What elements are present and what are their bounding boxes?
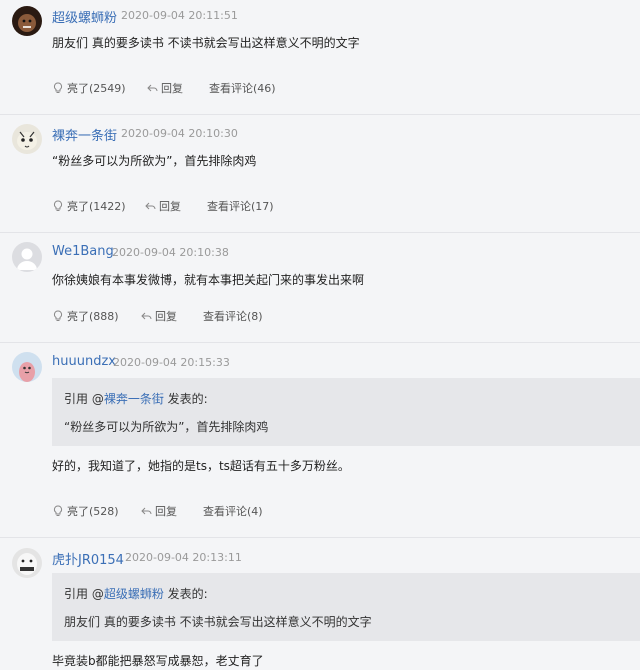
comment-timestamp: 2020-09-04 20:10:38	[112, 246, 229, 259]
avatar[interactable]	[12, 548, 42, 578]
like-label: 亮了(528)	[67, 505, 119, 518]
username-link[interactable]: 虎扑JR0154	[52, 549, 124, 568]
comment-timestamp: 2020-09-04 20:11:51	[121, 9, 238, 22]
reply-arrow-icon	[147, 84, 158, 92]
username-link[interactable]: 超级螺蛳粉	[52, 7, 117, 26]
reply-label: 回复	[155, 310, 177, 323]
quote-prefix: 引用 @	[64, 392, 104, 406]
quote-text: 朋友们 真的要多读书 不读书就会写出这样意义不明的文字	[64, 615, 372, 629]
like-button[interactable]: 亮了(2549)	[52, 80, 126, 96]
comment-item: 超级螺蛳粉 2020-09-04 20:11:51 朋友们 真的要多读书 不读书…	[0, 0, 640, 115]
view-comments-label: 查看评论(8)	[203, 310, 263, 323]
reply-label: 回复	[161, 82, 183, 95]
lightbulb-icon	[53, 505, 63, 516]
quoted-username-link[interactable]: 裸奔一条街	[104, 392, 164, 406]
reply-button[interactable]: 回复	[140, 308, 177, 324]
lightbulb-icon	[53, 200, 63, 211]
reply-arrow-icon	[145, 202, 156, 210]
comment-item: 虎扑JR0154 2020-09-04 20:13:11 引用 @超级螺蛳粉 发…	[0, 538, 640, 670]
reply-button[interactable]: 回复	[140, 503, 177, 519]
like-label: 亮了(1422)	[67, 200, 126, 213]
view-comments-label: 查看评论(17)	[207, 200, 274, 213]
quoted-username-link[interactable]: 超级螺蛳粉	[104, 587, 164, 601]
quote-header: 引用 @裸奔一条街 发表的:	[64, 390, 208, 407]
username-link[interactable]: huuundzx	[52, 354, 116, 369]
username-link[interactable]: 裸奔一条街	[52, 125, 117, 144]
view-comments-label: 查看评论(46)	[209, 82, 276, 95]
comment-item: We1Bang 2020-09-04 20:10:38 你徐姨娘有本事发微博，就…	[0, 233, 640, 343]
comment-timestamp: 2020-09-04 20:13:11	[125, 551, 242, 564]
view-comments-link[interactable]: 查看评论(46)	[209, 80, 276, 96]
quote-prefix: 引用 @	[64, 587, 104, 601]
comment-text: 好的，我知道了，她指的是ts，ts超话有五十多万粉丝。	[52, 459, 350, 473]
comment-timestamp: 2020-09-04 20:10:30	[121, 127, 238, 140]
reply-button[interactable]: 回复	[146, 80, 183, 96]
comment-text: 毕竟装b都能把暴怒写成暴恕，老丈育了	[52, 654, 264, 668]
like-button[interactable]: 亮了(1422)	[52, 198, 126, 214]
comment-text: 朋友们 真的要多读书 不读书就会写出这样意义不明的文字	[52, 36, 360, 50]
view-comments-link[interactable]: 查看评论(4)	[203, 503, 263, 519]
comment-text: “粉丝多可以为所欲为”，首先排除肉鸡	[52, 154, 257, 168]
view-comments-link[interactable]: 查看评论(8)	[203, 308, 263, 324]
username-link[interactable]: We1Bang	[52, 244, 114, 259]
avatar[interactable]	[12, 6, 42, 36]
quote-suffix: 发表的:	[163, 392, 208, 406]
reply-label: 回复	[155, 505, 177, 518]
comment-item: 裸奔一条街 2020-09-04 20:10:30 “粉丝多可以为所欲为”，首先…	[0, 115, 640, 233]
quote-header: 引用 @超级螺蛳粉 发表的:	[64, 585, 208, 602]
reply-arrow-icon	[141, 312, 152, 320]
comment-item: huuundzx 2020-09-04 20:15:33 引用 @裸奔一条街 发…	[0, 343, 640, 538]
like-label: 亮了(888)	[67, 310, 119, 323]
comment-text: 你徐姨娘有本事发微博，就有本事把关起门来的事发出来啊	[52, 273, 365, 287]
lightbulb-icon	[53, 82, 63, 93]
like-button[interactable]: 亮了(888)	[52, 308, 119, 324]
quoted-comment: 引用 @裸奔一条街 发表的: “粉丝多可以为所欲为”，首先排除肉鸡	[52, 378, 640, 446]
quote-text: “粉丝多可以为所欲为”，首先排除肉鸡	[64, 420, 269, 434]
reply-label: 回复	[159, 200, 181, 213]
like-button[interactable]: 亮了(528)	[52, 503, 119, 519]
lightbulb-icon	[53, 310, 63, 321]
reply-button[interactable]: 回复	[144, 198, 181, 214]
avatar[interactable]	[12, 352, 42, 382]
avatar[interactable]	[12, 124, 42, 154]
reply-arrow-icon	[141, 507, 152, 515]
like-label: 亮了(2549)	[67, 82, 126, 95]
quote-suffix: 发表的:	[163, 587, 208, 601]
comment-timestamp: 2020-09-04 20:15:33	[113, 356, 230, 369]
view-comments-label: 查看评论(4)	[203, 505, 263, 518]
quoted-comment: 引用 @超级螺蛳粉 发表的: 朋友们 真的要多读书 不读书就会写出这样意义不明的…	[52, 573, 640, 641]
view-comments-link[interactable]: 查看评论(17)	[207, 198, 274, 214]
avatar[interactable]	[12, 242, 42, 272]
